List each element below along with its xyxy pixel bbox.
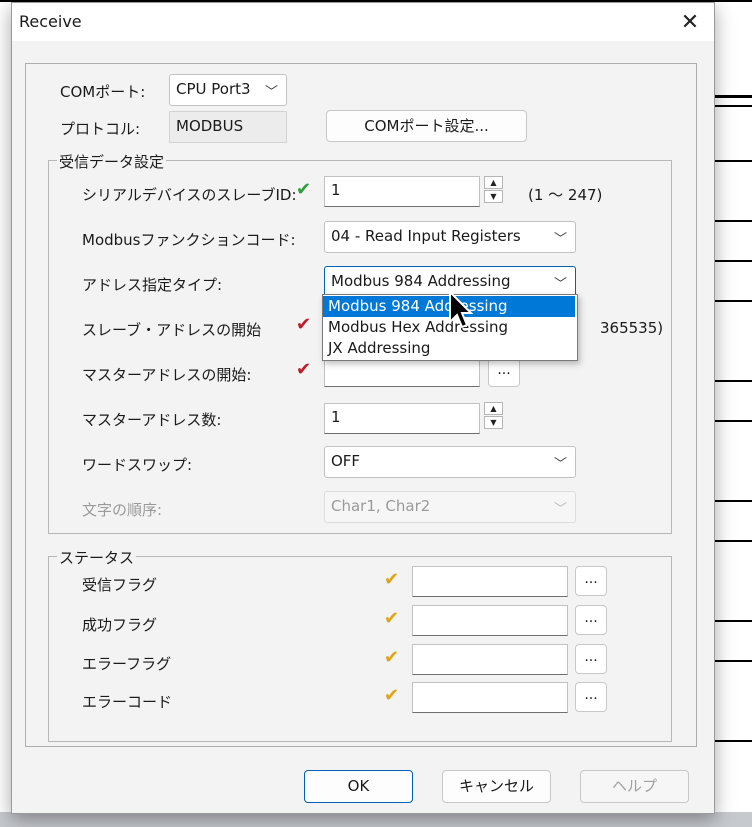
- protocol-field: MODBUS: [169, 111, 287, 143]
- bg-divider: [713, 260, 752, 262]
- char-order-label: 文字の順序:: [82, 501, 163, 519]
- bg-divider: [713, 105, 752, 107]
- bg-divider: [713, 740, 752, 742]
- ok-button[interactable]: OK: [304, 770, 413, 803]
- close-icon[interactable]: ✕: [666, 3, 714, 41]
- cancel-button[interactable]: キャンセル: [442, 770, 551, 803]
- slave-id-spinner: ▲ ▼: [484, 176, 504, 204]
- dialog-title: Receive: [19, 12, 82, 31]
- master-address-browse-button[interactable]: ...: [488, 357, 520, 387]
- error-flag-browse-button[interactable]: ...: [575, 644, 607, 674]
- master-address-count-spinner: ▲ ▼: [484, 402, 504, 430]
- chevron-down-icon: ﹀: [553, 277, 567, 292]
- word-swap-label: ワードスワップ:: [82, 456, 193, 474]
- slave-id-input[interactable]: 1: [324, 176, 480, 207]
- address-type-label: アドレス指定タイプ:: [82, 276, 223, 294]
- master-address-start-label: マスターアドレスの開始:: [82, 366, 252, 384]
- error-flag-label: エラーフラグ: [82, 655, 172, 673]
- spin-down-icon[interactable]: ▼: [484, 416, 503, 429]
- success-flag-input[interactable]: [412, 605, 568, 636]
- bg-divider: [713, 160, 752, 162]
- title-bar: Receive ✕: [12, 3, 714, 41]
- word-swap-select[interactable]: OFF ﹀: [324, 446, 576, 478]
- check-icon: ✔: [384, 685, 400, 706]
- slave-id-label: シリアルデバイスのスレーブID:: [82, 186, 297, 204]
- check-icon: ✔: [384, 608, 400, 629]
- bg-divider: [713, 420, 752, 422]
- error-code-browse-button[interactable]: ...: [575, 682, 607, 712]
- main-panel: COMポート: CPU Port3 ﹀ プロトコル: MODBUS COMポート…: [25, 63, 697, 747]
- receive-dialog: Receive ✕ COMポート: CPU Port3 ﹀ プロトコル: MOD…: [11, 2, 715, 814]
- check-icon: ✔: [384, 569, 400, 590]
- word-swap-value: OFF: [331, 452, 361, 470]
- function-code-select[interactable]: 04 - Read Input Registers ﹀: [324, 221, 576, 253]
- chevron-down-icon: ﹀: [553, 232, 567, 247]
- chevron-down-icon: ﹀: [553, 457, 567, 472]
- char-order-select: Char1, Char2 ﹀: [324, 491, 576, 523]
- error-code-label: エラーコード: [82, 693, 173, 711]
- check-icon: ✔: [384, 647, 400, 668]
- chevron-down-icon: ﹀: [553, 502, 567, 517]
- protocol-label: プロトコル:: [60, 120, 141, 138]
- char-order-value: Char1, Char2: [331, 497, 431, 515]
- bg-divider: [713, 300, 752, 302]
- function-code-value: 04 - Read Input Registers: [331, 227, 521, 245]
- check-icon: ✔: [296, 314, 312, 335]
- bg-divider: [713, 95, 752, 98]
- master-address-count-input[interactable]: 1: [324, 403, 480, 434]
- bg-footer: [0, 812, 752, 827]
- dropdown-option[interactable]: JX Addressing: [323, 338, 575, 359]
- receive-flag-label: 受信フラグ: [82, 576, 158, 594]
- bg-divider: [713, 380, 752, 382]
- error-code-input[interactable]: [412, 682, 568, 713]
- function-code-label: Modbusファンクションコード:: [82, 231, 296, 249]
- bg-divider: [713, 620, 752, 622]
- spin-up-icon[interactable]: ▲: [484, 402, 503, 415]
- address-type-value: Modbus 984 Addressing: [331, 272, 511, 290]
- chevron-down-icon: ﹀: [264, 85, 278, 100]
- check-icon: ✔: [296, 359, 312, 380]
- receive-settings-group-label: 受信データ設定: [57, 151, 167, 172]
- master-address-count-label: マスターアドレス数:: [82, 411, 222, 429]
- com-port-settings-button[interactable]: COMポート設定...: [326, 110, 527, 142]
- spin-down-icon[interactable]: ▼: [484, 190, 503, 203]
- success-flag-browse-button[interactable]: ...: [575, 605, 607, 635]
- slave-id-range: (1 ～ 247): [528, 186, 603, 204]
- bg-divider: [713, 540, 752, 542]
- spin-up-icon[interactable]: ▲: [484, 176, 503, 189]
- com-port-select[interactable]: CPU Port3 ﹀: [169, 74, 287, 106]
- check-icon: ✔: [296, 179, 312, 200]
- com-port-value: CPU Port3: [176, 80, 251, 98]
- slave-address-range: 365535): [600, 319, 664, 337]
- bg-divider: [713, 500, 752, 502]
- receive-flag-browse-button[interactable]: ...: [575, 566, 607, 596]
- help-button: ヘルプ: [580, 770, 689, 803]
- mouse-cursor-icon: [449, 290, 474, 329]
- bg-divider: [713, 220, 752, 222]
- error-flag-input[interactable]: [412, 644, 568, 675]
- success-flag-label: 成功フラグ: [82, 616, 158, 634]
- status-group-label: ステータス: [57, 547, 137, 568]
- receive-flag-input[interactable]: [412, 566, 568, 597]
- slave-address-start-label: スレーブ・アドレスの開始: [82, 321, 262, 339]
- bg-divider: [713, 660, 752, 662]
- com-port-label: COMポート:: [60, 83, 146, 101]
